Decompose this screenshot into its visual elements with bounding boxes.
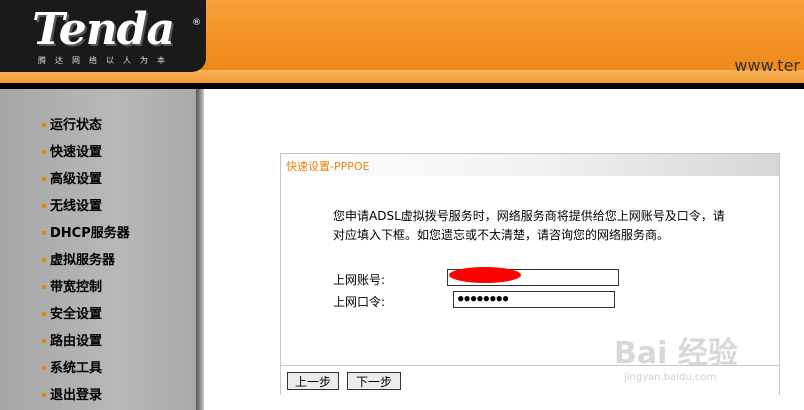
website-url: www.ter <box>734 56 800 75</box>
baidu-watermark: Bai 经验 <box>614 336 738 371</box>
logo-wordmark: Tenda <box>32 4 175 55</box>
sidebar-item-label: 安全设置 <box>50 307 103 322</box>
bullet-icon <box>42 203 46 208</box>
sidebar-item-virtual-server[interactable]: 虚拟服务器 <box>42 249 192 271</box>
sidebar-item-label: DHCP服务器 <box>50 226 130 241</box>
sidebar-item-security[interactable]: 安全设置 <box>42 303 192 325</box>
next-step-button[interactable]: 下一步 <box>347 372 401 390</box>
brand-logo: Tenda ® 腾达网络以人为本 <box>0 0 206 72</box>
sidebar-item-label: 带宽控制 <box>50 280 103 295</box>
sidebar-item-label: 高级设置 <box>50 172 103 187</box>
password-label: 上网口令: <box>333 295 386 309</box>
sidebar-divider <box>196 89 204 410</box>
account-label: 上网账号: <box>333 273 386 287</box>
watermark-url: jingyan.baidu.com <box>624 372 717 383</box>
sidebar-item-bandwidth[interactable]: 带宽控制 <box>42 276 192 298</box>
sidebar-item-system-tools[interactable]: 系统工具 <box>42 357 192 379</box>
bullet-icon <box>42 230 46 235</box>
sidebar-item-dhcp[interactable]: DHCP服务器 <box>42 222 192 244</box>
header-banner: Tenda ® 腾达网络以人为本 www.ter <box>0 0 804 83</box>
sidebar-item-quick-setup[interactable]: 快速设置 <box>42 141 192 163</box>
sidebar-item-wireless[interactable]: 无线设置 <box>42 195 192 217</box>
sidebar-item-label: 系统工具 <box>50 361 103 376</box>
redaction-mark <box>449 267 521 283</box>
password-field[interactable]: ●●●●●●●● <box>453 291 615 308</box>
instructions-text: 您申请ADSL虚拟拨号服务时，网络服务商将提供给您上网账号及口令，请对应填入下框… <box>333 209 725 242</box>
bullet-icon <box>42 122 46 127</box>
sidebar-item-label: 运行状态 <box>50 118 103 133</box>
sidebar-item-logout[interactable]: 退出登录 <box>42 384 192 406</box>
bullet-icon <box>42 392 46 397</box>
bullet-icon <box>42 176 46 181</box>
sidebar-item-status[interactable]: 运行状态 <box>42 114 192 136</box>
panel-header: 快速设置-PPPOE <box>281 154 779 176</box>
sidebar-item-label: 无线设置 <box>50 199 103 214</box>
prev-step-button[interactable]: 上一步 <box>287 372 339 390</box>
logo-tagline: 腾达网络以人为本 <box>38 56 174 65</box>
bullet-icon <box>42 149 46 154</box>
bullet-icon <box>42 365 46 370</box>
sidebar-item-label: 快速设置 <box>50 145 103 160</box>
bullet-icon <box>42 338 46 343</box>
registered-mark: ® <box>192 18 201 28</box>
sidebar-item-label: 虚拟服务器 <box>50 253 116 268</box>
bullet-icon <box>42 284 46 289</box>
sidebar-item-label: 退出登录 <box>50 388 103 403</box>
sidebar-item-advanced[interactable]: 高级设置 <box>42 168 192 190</box>
sidebar-item-routing[interactable]: 路由设置 <box>42 330 192 352</box>
sidebar-nav: 运行状态 快速设置 高级设置 无线设置 DHCP服务器 虚拟服务器 带宽控制 安… <box>0 89 196 410</box>
panel-title: 快速设置-PPPOE <box>286 160 370 173</box>
sidebar-item-label: 路由设置 <box>50 334 103 349</box>
bullet-icon <box>42 257 46 262</box>
bullet-icon <box>42 311 46 316</box>
